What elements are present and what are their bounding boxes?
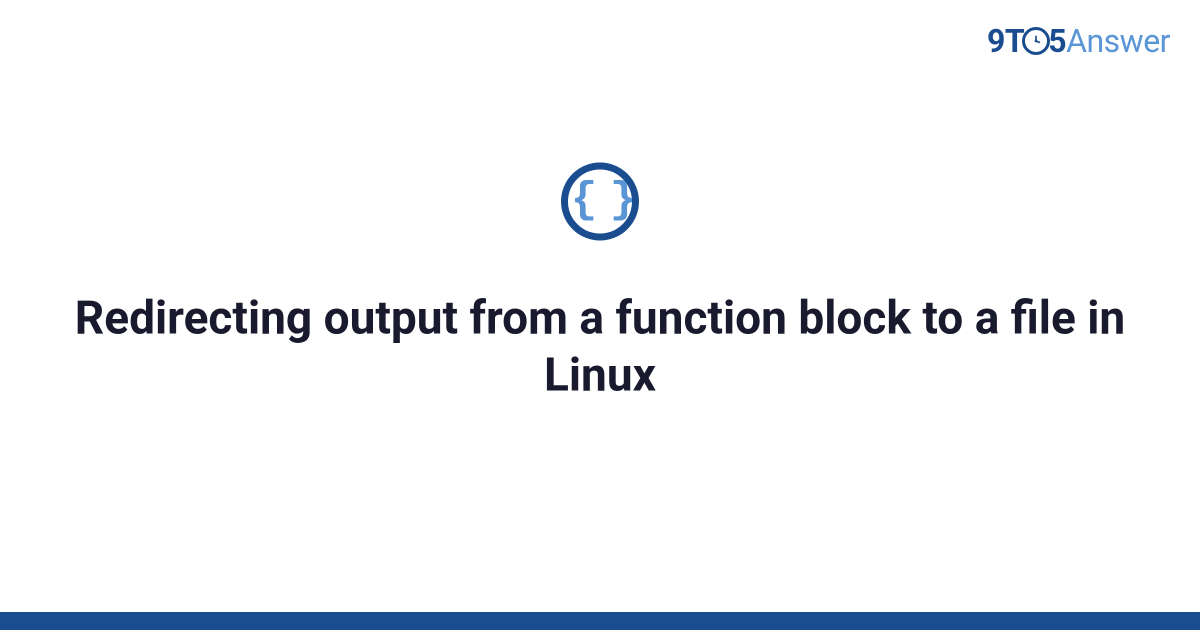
logo-clock-icon bbox=[1022, 27, 1050, 55]
logo-five: 5 bbox=[1048, 22, 1066, 60]
site-logo: 9T5Answer bbox=[987, 22, 1170, 60]
page-title: Redirecting output from a function block… bbox=[0, 290, 1200, 405]
footer-accent-bar bbox=[0, 612, 1200, 630]
braces-glyph: { } bbox=[571, 178, 629, 222]
logo-answer: Answer bbox=[1066, 22, 1170, 60]
logo-nine: 9 bbox=[987, 22, 1005, 60]
main-content: { } Redirecting output from a function b… bbox=[0, 162, 1200, 405]
code-braces-icon: { } bbox=[561, 162, 639, 240]
